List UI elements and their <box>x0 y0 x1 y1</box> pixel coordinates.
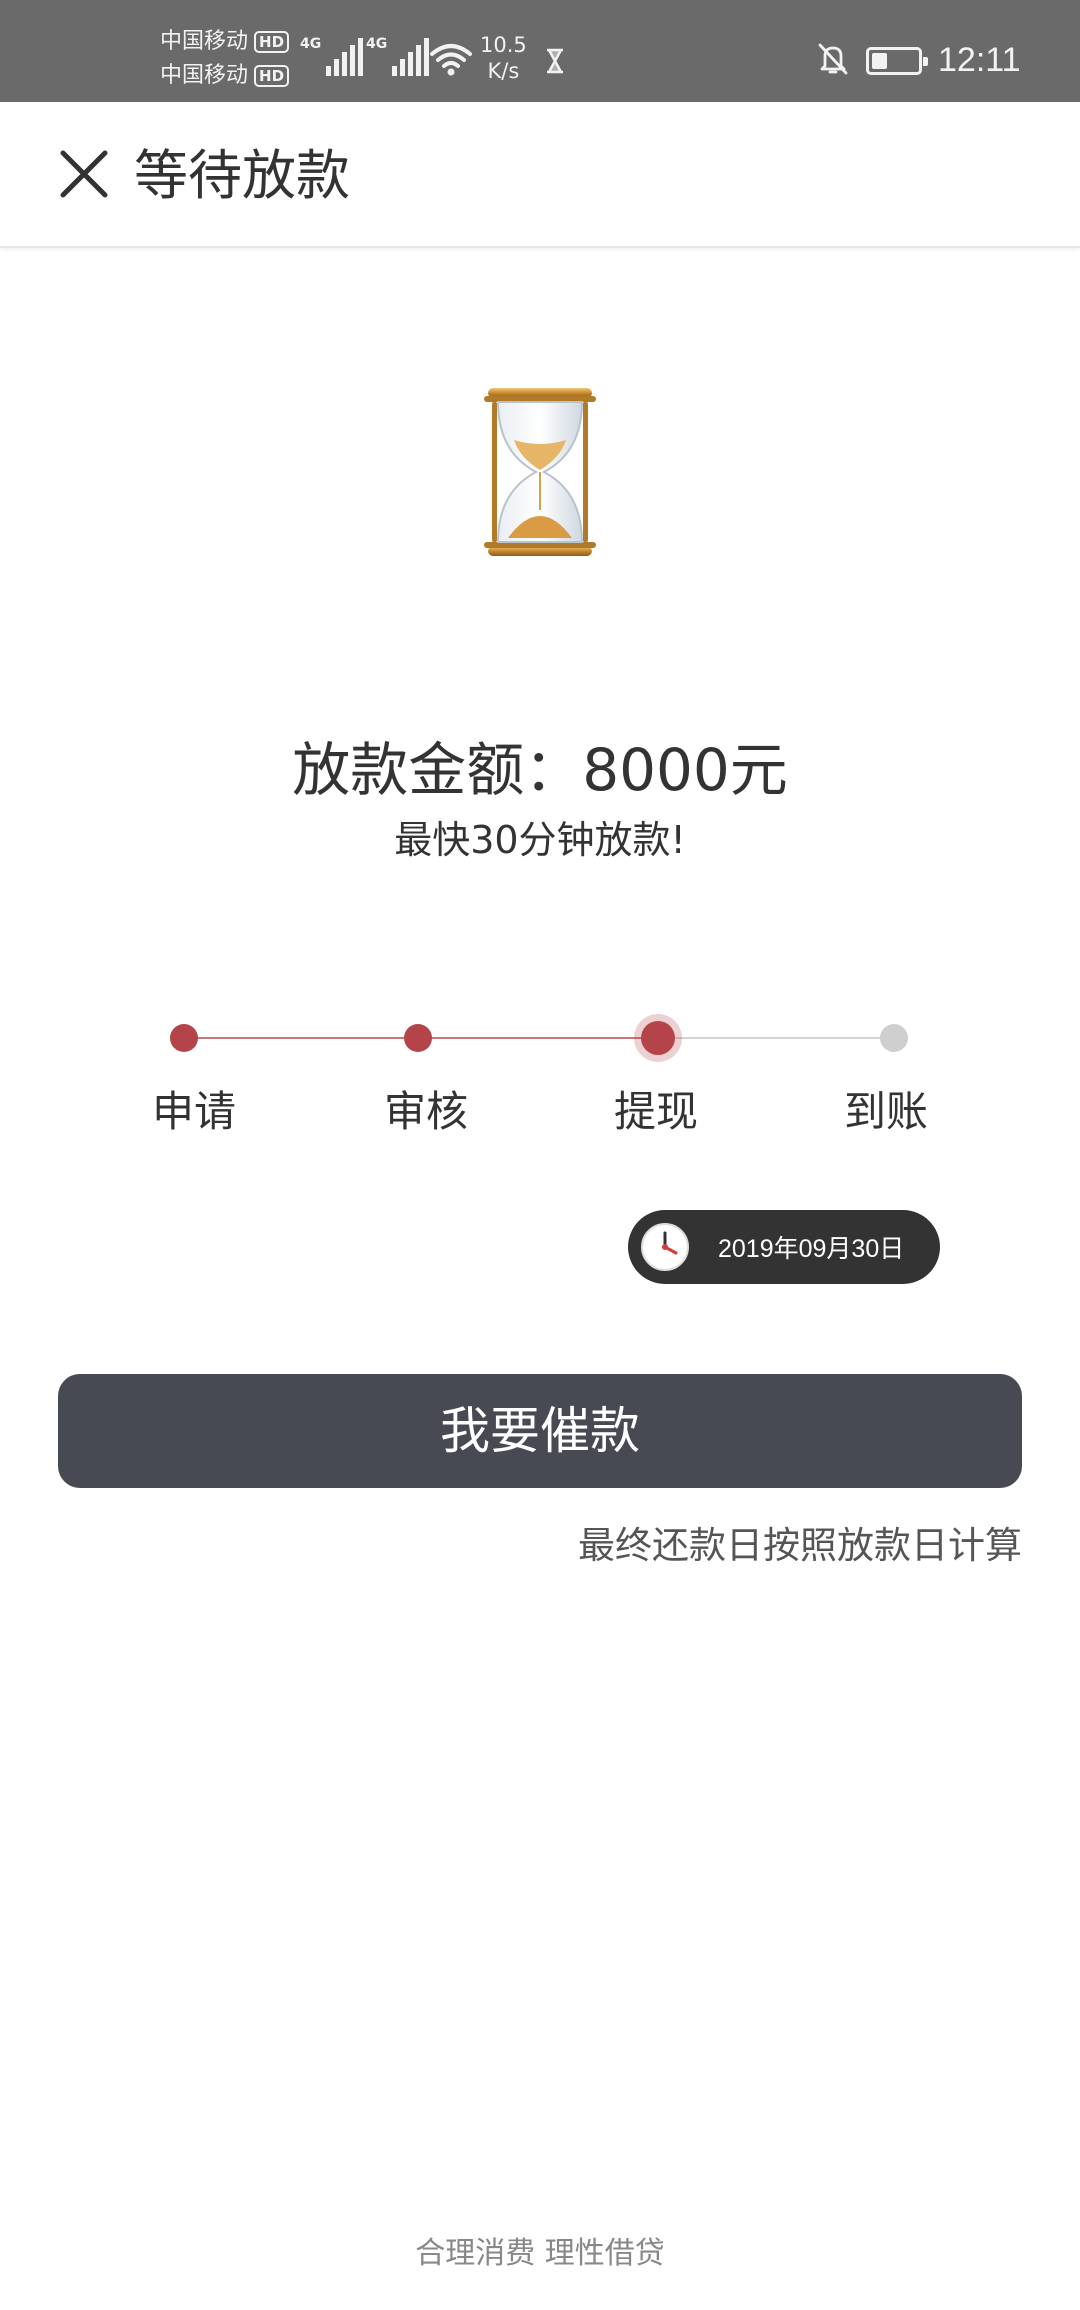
hd-badge-1: HD <box>254 31 290 53</box>
progress-line-todo <box>658 1037 894 1039</box>
carrier-2: 中国移动 HD <box>160 63 290 89</box>
close-icon <box>60 150 108 198</box>
date-text: 2019年09月30日 <box>718 1235 905 1263</box>
page-title: 等待放款 <box>134 144 350 207</box>
carrier-1-name: 中国移动 <box>160 29 249 54</box>
carrier-1: 中国移动 HD <box>160 29 290 55</box>
date-pill: 2019年09月30日 <box>628 1210 940 1284</box>
urge-payment-button[interactable]: 我要催款 <box>58 1374 1022 1488</box>
speed-value: 10.5 <box>480 33 527 57</box>
status-time: 12:11 <box>938 41 1021 79</box>
hd-badge-2: HD <box>254 65 290 87</box>
step-label-withdraw: 提现 <box>613 1087 698 1136</box>
wifi-icon <box>430 44 472 76</box>
battery-icon <box>866 47 928 75</box>
loan-amount: 放款金额：8000元 <box>292 736 788 804</box>
hourglass-icon <box>546 48 564 74</box>
app-header: 等待放款 <box>0 102 1080 248</box>
status-bar: 中国移动 HD 中国移动 HD 4G 4G 10.5 K/s 12:11 <box>0 0 1080 102</box>
step-dot-withdraw <box>641 1021 675 1055</box>
speed-unit: K/s <box>487 59 520 83</box>
carrier-2-name: 中国移动 <box>160 63 249 88</box>
step-dot-apply <box>170 1024 198 1052</box>
step-label-arrival: 到账 <box>843 1087 928 1136</box>
hourglass-icon <box>484 388 596 556</box>
network-speed: 10.5 K/s <box>480 32 527 84</box>
signal-icon: 4G <box>366 36 430 76</box>
repayment-note: 最终还款日按照放款日计算 <box>578 1524 1022 1567</box>
signal-icon: 4G <box>300 36 364 76</box>
network-tag-1: 4G <box>300 36 322 52</box>
step-label-review: 审核 <box>383 1087 468 1136</box>
step-dot-review <box>404 1024 432 1052</box>
close-button[interactable] <box>52 142 116 206</box>
step-dot-arrival <box>880 1024 908 1052</box>
footer-slogan: 合理消费 理性借贷 <box>415 2236 665 2271</box>
battery-fill <box>872 53 888 69</box>
progress-steps: 申请 审核 提现 到账 <box>0 1000 1080 1180</box>
bell-off-icon <box>818 43 848 75</box>
loan-subtitle: 最快30分钟放款! <box>394 818 686 862</box>
network-tag-2: 4G <box>366 36 388 52</box>
step-label-apply: 申请 <box>151 1087 236 1136</box>
clock-icon <box>641 1223 689 1271</box>
